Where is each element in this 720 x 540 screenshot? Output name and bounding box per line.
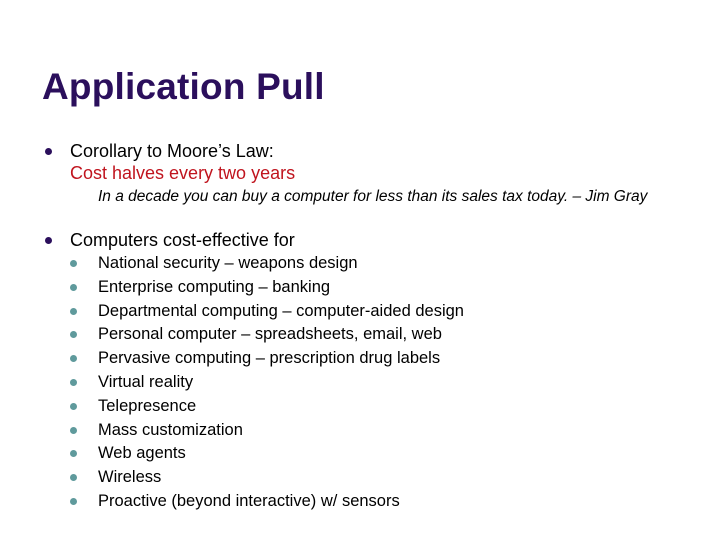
bullet-dot-icon [70, 474, 77, 482]
bullet-cost-effective: Computers cost-effective for [45, 229, 295, 251]
bullet-moores-law: Corollary to Moore’s Law: Cost halves ev… [45, 140, 296, 184]
list-item: Telepresence [70, 395, 464, 419]
list-item: Personal computer – spreadsheets, email,… [70, 323, 464, 347]
bullet-dot-icon [70, 283, 77, 291]
list-item-text: Enterprise computing – banking [98, 277, 331, 296]
list-item: Wireless [70, 466, 464, 490]
bullet-dot-icon [45, 148, 52, 155]
bullet-dot-icon [70, 355, 77, 363]
list-item: Pervasive computing – prescription drug … [70, 347, 464, 371]
list-item: Enterprise computing – banking [70, 276, 464, 300]
list-item-text: Virtual reality [98, 372, 194, 391]
list-item: Departmental computing – computer-aided … [70, 300, 464, 324]
list-item: Web agents [70, 442, 464, 466]
list-item: Proactive (beyond interactive) w/ sensor… [70, 490, 464, 514]
slide-title: Application Pull [42, 66, 325, 107]
bullet-text: Computers cost-effective for [70, 230, 295, 250]
list-item-text: Telepresence [98, 396, 197, 415]
bullet-text: Corollary to Moore’s Law: [70, 141, 274, 161]
list-item-text: Proactive (beyond interactive) w/ sensor… [98, 491, 400, 510]
bullet-dot-icon [70, 260, 77, 267]
list-item: Virtual reality [70, 371, 464, 395]
bullet-dot-icon [70, 378, 77, 386]
list-item: Mass customization [70, 419, 464, 443]
bullet-dot-icon [45, 237, 52, 244]
list-item-text: Pervasive computing – prescription drug … [98, 349, 441, 368]
list-item-text: Wireless [98, 468, 162, 487]
bullet-dot-icon [70, 426, 77, 434]
bullet-dot-icon [70, 497, 77, 505]
bullet-dot-icon [70, 402, 77, 410]
quote-text: In a decade you can buy a computer for l… [98, 188, 648, 205]
list-item-text: National security – weapons design [98, 254, 358, 272]
list-item-text: Web agents [98, 444, 186, 463]
bullet-dot-icon [70, 450, 77, 458]
subitem-list: National security – weapons design Enter… [70, 252, 464, 514]
bullet-dot-icon [70, 331, 77, 339]
bullet-highlight: Cost halves every two years [70, 163, 296, 183]
list-item-text: Mass customization [98, 420, 243, 439]
bullet-dot-icon [70, 307, 77, 315]
list-item-text: Departmental computing – computer-aided … [98, 301, 464, 320]
list-item-text: Personal computer – spreadsheets, email,… [98, 325, 442, 344]
list-item: National security – weapons design [70, 252, 464, 276]
